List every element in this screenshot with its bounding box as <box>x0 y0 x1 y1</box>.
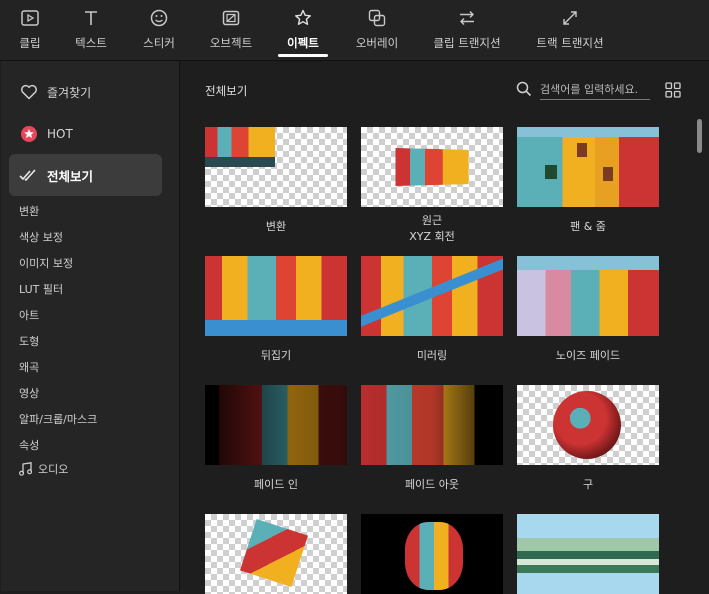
search-box <box>516 79 651 101</box>
sidebar-item-color-correction[interactable]: 색상 보정 <box>19 229 63 245</box>
sidebar-item-lut-filter[interactable]: LUT 필터 <box>19 281 63 297</box>
overlay-icon <box>367 9 387 27</box>
sidebar-item-video[interactable]: 영상 <box>19 385 39 401</box>
sidebar-item-image-correction[interactable]: 이미지 보정 <box>19 255 73 271</box>
effect-thumbnail <box>205 514 347 594</box>
hot-icon <box>19 124 39 144</box>
tab-label: 오버레이 <box>355 36 399 50</box>
effect-label: 원근 XYZ 회전 <box>409 214 455 243</box>
effect-item-transform[interactable]: 변환 <box>205 127 347 235</box>
tab-track-transition[interactable]: 트랙 트랜지션 <box>534 0 606 60</box>
grid-view-icon[interactable] <box>665 82 681 98</box>
sidebar-item-alpha-crop-mask[interactable]: 알파/크롭/마스크 <box>19 411 97 427</box>
tab-overlay[interactable]: 오버레이 <box>353 0 401 60</box>
tab-effect[interactable]: 이펙트 <box>278 0 328 60</box>
sidebar-item-label: HOT <box>47 127 73 141</box>
effect-thumbnail <box>205 127 347 207</box>
effect-label: 팬 & 줌 <box>570 220 606 233</box>
sidebar-item-art[interactable]: 아트 <box>19 307 39 323</box>
breadcrumb: 전체보기 <box>205 84 248 98</box>
sidebar-item-all[interactable]: 전체보기 <box>9 154 162 196</box>
scrollbar[interactable] <box>697 119 702 153</box>
effect-item-cylinder[interactable] <box>361 514 503 594</box>
tab-object[interactable]: 오브젝트 <box>207 0 255 60</box>
sidebar-item-label: 오디오 <box>38 463 69 476</box>
effect-label: 미러링 <box>416 349 448 362</box>
effect-thumbnail <box>361 256 503 336</box>
effect-label: 페이드 인 <box>254 478 298 491</box>
effect-item-stripes[interactable] <box>517 514 659 594</box>
tab-clip[interactable]: 클립 <box>18 0 42 60</box>
effect-thumbnail <box>361 385 503 465</box>
sidebar-item-label: 즐겨찾기 <box>47 85 92 100</box>
tab-label: 텍스트 <box>75 36 107 50</box>
effect-item-cube[interactable] <box>205 514 347 594</box>
category-sidebar: 즐겨찾기 HOT 전체보기 변환 색상 보정 이미지 보정 LUT 필터 아트 … <box>1 61 180 591</box>
active-tab-indicator <box>278 54 328 57</box>
track-transition-icon <box>560 9 580 27</box>
tab-label: 오브젝트 <box>209 36 253 50</box>
heart-icon <box>19 82 39 102</box>
effect-item-noise-fade[interactable]: 노이즈 페이드 <box>517 256 659 364</box>
sidebar-item-hot[interactable]: HOT <box>9 113 162 155</box>
effect-thumbnail <box>205 256 347 336</box>
effect-browser: 전체보기 변환 원근 XYZ 회전 팬 & 줌 뒤집기 <box>180 61 709 594</box>
tab-label: 스티커 <box>143 36 175 50</box>
tab-label: 클립 <box>19 36 41 50</box>
search-input[interactable] <box>540 79 650 100</box>
effect-item-flip[interactable]: 뒤집기 <box>205 256 347 364</box>
sticker-icon <box>149 9 169 27</box>
effect-item-perspective-xyz[interactable]: 원근 XYZ 회전 <box>361 127 503 245</box>
effect-item-fade-out[interactable]: 페이드 아웃 <box>361 385 503 493</box>
clip-transition-icon <box>457 9 477 27</box>
effect-label: 구 <box>582 478 594 491</box>
effect-label: 페이드 아웃 <box>404 478 460 491</box>
effect-thumbnail <box>205 385 347 465</box>
sidebar-item-label: 전체보기 <box>47 168 94 184</box>
tab-text[interactable]: 텍스트 <box>74 0 108 60</box>
effect-icon <box>293 9 313 27</box>
effect-thumbnail <box>517 514 659 594</box>
sidebar-item-audio[interactable]: 오디오 <box>19 461 68 477</box>
tab-sticker[interactable]: 스티커 <box>141 0 177 60</box>
sidebar-item-shape[interactable]: 도형 <box>19 333 39 349</box>
sidebar-item-distortion[interactable]: 왜곡 <box>19 359 39 375</box>
effect-item-pan-zoom[interactable]: 팬 & 줌 <box>517 127 659 235</box>
effect-thumbnail <box>361 127 503 207</box>
effect-thumbnail <box>517 127 659 207</box>
check-all-icon <box>19 165 39 185</box>
sidebar-item-property[interactable]: 속성 <box>19 437 39 453</box>
sidebar-item-favorites[interactable]: 즐겨찾기 <box>9 71 162 113</box>
object-icon <box>221 9 241 27</box>
effect-item-fade-in[interactable]: 페이드 인 <box>205 385 347 493</box>
tab-label: 클립 트랜지션 <box>433 36 501 50</box>
music-note-icon <box>19 462 32 476</box>
text-icon <box>81 9 101 27</box>
effect-label: 뒤집기 <box>260 349 292 362</box>
sidebar-item-transform[interactable]: 변환 <box>19 203 39 219</box>
effect-label: 노이즈 페이드 <box>555 349 621 362</box>
effect-thumbnail <box>361 514 503 594</box>
effect-category-tabs: 클립 텍스트 스티커 오브젝트 이펙트 오버레이 클립 트랜지션 트랙 트랜지션 <box>0 0 709 61</box>
effect-item-mirroring[interactable]: 미러링 <box>361 256 503 364</box>
play-icon <box>20 9 40 27</box>
search-icon[interactable] <box>516 81 532 97</box>
effect-item-sphere[interactable]: 구 <box>517 385 659 493</box>
tab-clip-transition[interactable]: 클립 트랜지션 <box>431 0 503 60</box>
tab-label: 이펙트 <box>287 36 319 50</box>
effect-label: 변환 <box>265 220 287 233</box>
effect-thumbnail <box>517 385 659 465</box>
tab-label: 트랙 트랜지션 <box>536 36 604 50</box>
effect-thumbnail <box>517 256 659 336</box>
